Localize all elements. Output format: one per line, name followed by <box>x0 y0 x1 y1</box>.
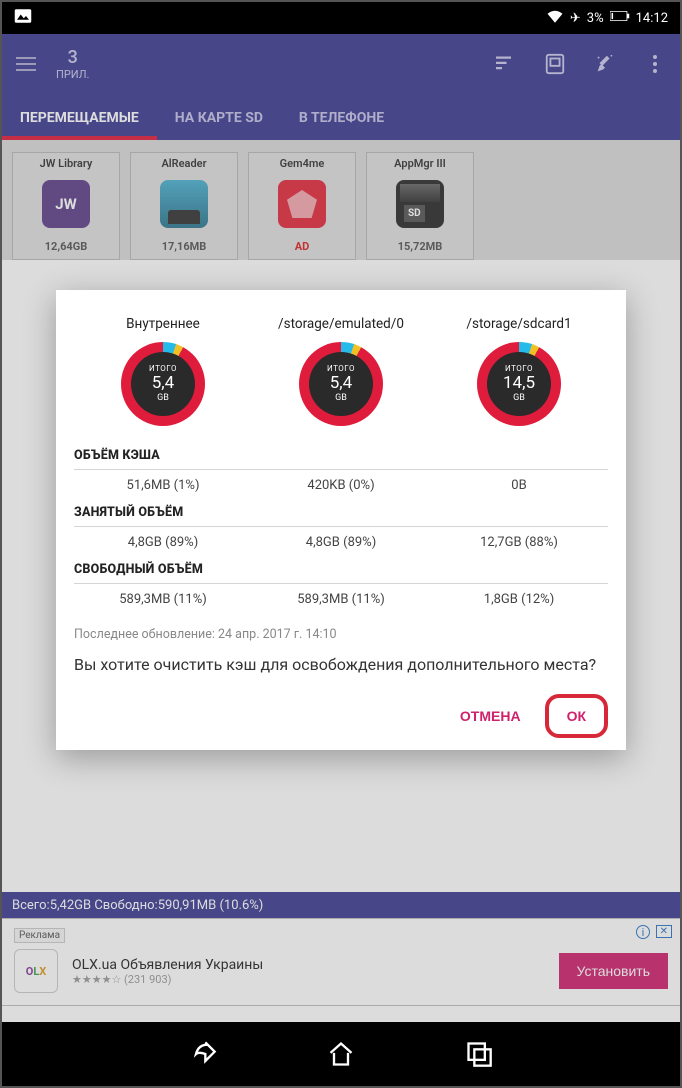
donut-chart: ИТОГО 5,4 GB <box>299 342 383 426</box>
free-label: СВОБОДНЫЙ ОБЪЁМ <box>74 562 608 577</box>
ok-highlight: ОК <box>545 694 608 738</box>
cache-row: 51,6MB (1%) 420KB (0%) 0B <box>74 478 608 493</box>
occupied-label: ЗАНЯТЫЙ ОБЪЁМ <box>74 505 608 520</box>
status-bar: ✈ 3% 14:12 <box>2 2 680 34</box>
donut-chart: ИТОГО 14,5 GB <box>477 342 561 426</box>
storage-col-sdcard: /storage/sdcard1 ИТОГО 14,5 GB <box>430 316 608 426</box>
wifi-icon <box>546 9 564 27</box>
storage-name: /storage/sdcard1 <box>430 316 608 332</box>
battery-pct: 3% <box>587 11 604 26</box>
occupied-row: 4,8GB (89%) 4,8GB (89%) 12,7GB (88%) <box>74 535 608 550</box>
free-row: 589,3MB (11%) 589,3MB (11%) 1,8GB (12%) <box>74 592 608 607</box>
back-icon[interactable] <box>189 1040 217 1068</box>
device-frame: ✈ 3% 14:12 3 ПРИЛ. ПЕРЕМЕЩАЕМЫЕ НА КАРТЕ… <box>0 0 682 1088</box>
storage-col-internal: Внутреннее ИТОГО 5,4 GB <box>74 316 252 426</box>
cache-label: ОБЪЁМ КЭША <box>74 448 608 463</box>
status-time: 14:12 <box>636 11 668 26</box>
ok-button[interactable]: ОК <box>561 704 592 728</box>
battery-icon <box>610 10 630 26</box>
storage-col-emulated: /storage/emulated/0 ИТОГО 5,4 GB <box>252 316 430 426</box>
home-icon[interactable] <box>327 1040 355 1068</box>
nav-bar <box>2 1022 680 1086</box>
storage-name: /storage/emulated/0 <box>252 316 430 332</box>
storage-dialog: Внутреннее ИТОГО 5,4 GB /storage/emulate… <box>56 290 626 750</box>
storage-name: Внутреннее <box>74 316 252 332</box>
cancel-button[interactable]: ОТМЕНА <box>444 694 537 738</box>
airplane-icon: ✈ <box>570 11 581 26</box>
status-pictures-icon <box>14 8 32 28</box>
donut-chart: ИТОГО 5,4 GB <box>121 342 205 426</box>
clear-cache-question: Вы хотите очистить кэш для освобождения … <box>74 654 608 676</box>
last-updated: Последнее обновление: 24 апр. 2017 г. 14… <box>74 627 608 642</box>
recent-icon[interactable] <box>465 1040 493 1068</box>
